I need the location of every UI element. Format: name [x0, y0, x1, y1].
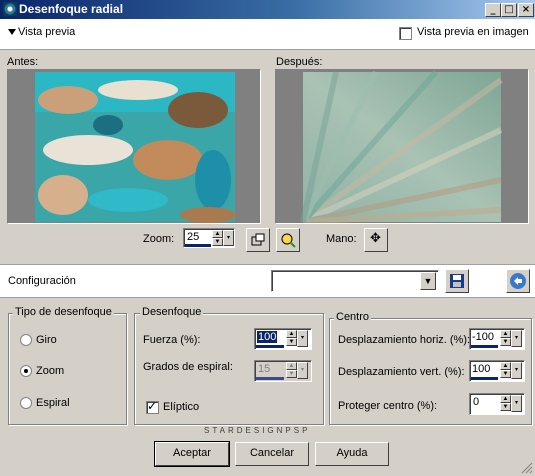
after-preview-image	[276, 70, 528, 223]
watermark-text: STARDESIGNPSP	[204, 426, 311, 435]
before-label: Antes:	[7, 56, 39, 68]
zoom-down-arrow[interactable]: ▼	[212, 238, 223, 246]
protect-up-arrow[interactable]: ▲	[500, 395, 511, 403]
hoff-input[interactable]: -100 ▲ ▼ ▾	[469, 328, 525, 350]
voff-up-arrow[interactable]: ▲	[500, 362, 511, 370]
protect-label: Proteger centro (%):	[338, 400, 438, 412]
protect-down-arrow[interactable]: ▼	[500, 403, 511, 411]
radio-espiral[interactable]	[20, 397, 32, 409]
radio-giro-label: Giro	[36, 334, 57, 346]
spiral-bar	[256, 377, 284, 380]
app-icon	[3, 2, 17, 16]
window-title: Desenfoque radial	[19, 2, 124, 16]
minimize-button[interactable]: _	[485, 3, 501, 17]
spiral-up-arrow[interactable]: ▲	[286, 362, 297, 370]
before-preview[interactable]	[7, 69, 261, 224]
center-title: Centro	[334, 311, 372, 323]
elliptic-checkbox[interactable]: ✓	[146, 399, 159, 414]
config-select[interactable]: ▼	[271, 270, 439, 292]
radio-zoom-label: Zoom	[36, 365, 65, 377]
zoom-input[interactable]: 25 ▲ ▼ ▾	[183, 228, 235, 248]
strength-label: Fuerza (%):	[143, 334, 201, 346]
zoom-up-arrow[interactable]: ▲	[212, 230, 223, 238]
protect-input[interactable]: 0 ▲ ▼ ▾	[469, 393, 525, 415]
radio-zoom[interactable]	[20, 365, 32, 377]
strength-down-arrow[interactable]: ▼	[286, 338, 297, 346]
floppy-icon	[450, 274, 464, 288]
help-button[interactable]: Ayuda	[315, 442, 389, 466]
radio-giro[interactable]	[20, 334, 32, 346]
strength-input[interactable]: 100 ▲ ▼ ▾	[254, 328, 312, 350]
ok-button[interactable]: Aceptar	[154, 441, 230, 467]
blur-title: Desenfoque	[140, 306, 204, 318]
blur-type-title: Tipo de desenfoque	[13, 306, 114, 318]
undo-icon	[510, 273, 526, 289]
preview-toggle-label[interactable]: Vista previa	[18, 26, 75, 38]
after-preview[interactable]	[275, 69, 529, 224]
spiral-label: Grados de espiral:	[143, 361, 233, 373]
voff-down-arrow[interactable]: ▼	[500, 370, 511, 378]
elliptic-label: Elíptico	[163, 401, 200, 413]
config-dropdown-arrow[interactable]: ▼	[420, 272, 436, 290]
zoom-magnifier-button[interactable]	[276, 228, 300, 252]
hoff-up-arrow[interactable]: ▲	[500, 330, 511, 338]
move-icon: ✥	[370, 231, 381, 246]
voff-bar	[471, 377, 498, 380]
cancel-button[interactable]: Cancelar	[235, 442, 309, 466]
strength-value: 100	[257, 331, 278, 343]
save-config-button[interactable]	[445, 269, 469, 293]
hoff-menu-arrow[interactable]: ▾	[511, 330, 522, 347]
maximize-button[interactable]: □	[501, 3, 517, 17]
after-label: Después:	[276, 56, 323, 68]
close-button[interactable]: ×	[518, 3, 534, 17]
zoom-label: Zoom:	[143, 233, 175, 245]
voff-menu-arrow[interactable]: ▾	[511, 362, 522, 379]
zoom-menu-arrow[interactable]: ▾	[223, 230, 234, 246]
check-icon: ✓	[147, 399, 158, 413]
protect-menu-arrow[interactable]: ▾	[511, 395, 522, 412]
hand-button[interactable]: ✥	[364, 228, 388, 252]
strength-bar	[256, 345, 284, 348]
protect-value: 0	[473, 396, 480, 408]
zoom-fit-button[interactable]	[246, 228, 270, 252]
voff-value: 100	[472, 363, 491, 375]
zoom-value-bar	[185, 244, 211, 247]
strength-menu-arrow[interactable]: ▾	[297, 330, 308, 347]
hoff-down-arrow[interactable]: ▼	[500, 338, 511, 346]
spiral-down-arrow[interactable]: ▼	[286, 370, 297, 378]
hand-label: Mano:	[326, 233, 357, 245]
hoff-bar	[471, 345, 498, 348]
voff-input[interactable]: 100 ▲ ▼ ▾	[469, 360, 525, 382]
hoff-label: Desplazamiento horiz. (%):	[338, 334, 471, 346]
reset-config-button[interactable]	[506, 269, 530, 293]
spiral-input[interactable]: 15 ▲ ▼ ▾	[254, 360, 312, 382]
strength-up-arrow[interactable]: ▲	[286, 330, 297, 338]
preview-in-image-label: Vista previa en imagen	[417, 26, 529, 38]
zoom-fit-icon	[251, 233, 265, 246]
hoff-value: -100	[472, 331, 495, 343]
radio-espiral-label: Espiral	[36, 397, 70, 409]
before-preview-image	[8, 70, 260, 223]
collapse-arrow-icon[interactable]	[8, 29, 16, 35]
config-label: Configuración	[8, 275, 76, 287]
resize-grip-icon[interactable]	[520, 461, 533, 474]
spiral-menu-arrow[interactable]: ▾	[297, 362, 308, 379]
preview-in-image-checkbox[interactable]	[399, 27, 412, 40]
voff-label: Desplazamiento vert. (%):	[338, 366, 465, 378]
magnifier-icon	[281, 233, 296, 248]
spiral-value: 15	[258, 363, 271, 375]
zoom-value: 25	[187, 231, 200, 243]
